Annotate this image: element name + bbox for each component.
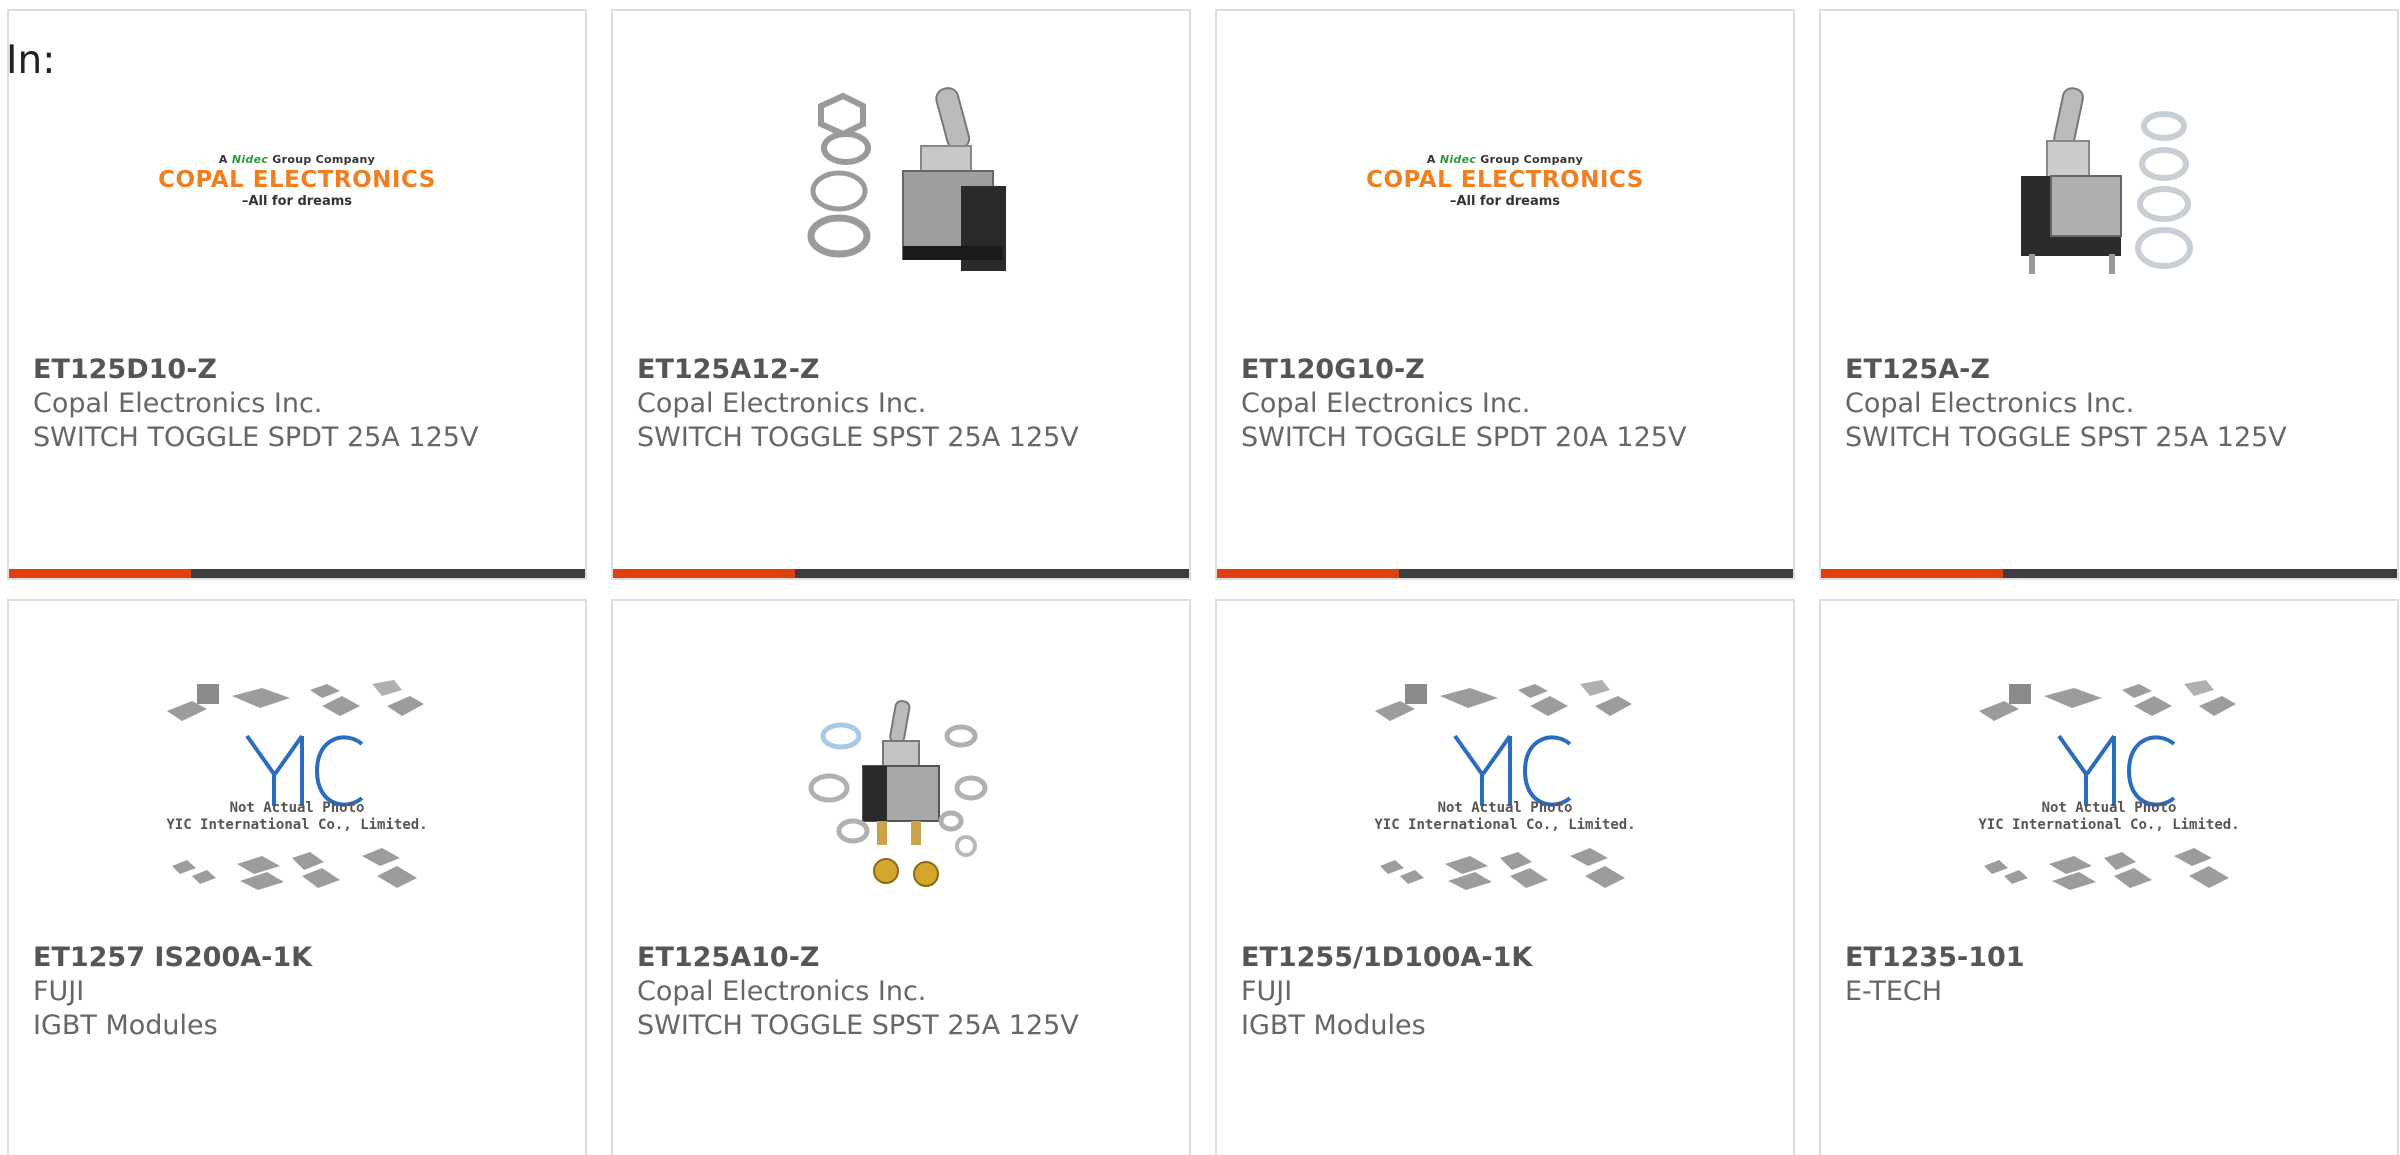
product-image[interactable]: Not Actual Photo YIC International Co., … — [1821, 676, 2397, 916]
product-card[interactable]: Not Actual Photo YIC International Co., … — [1215, 599, 1795, 1155]
description: IGBT Modules — [1241, 1010, 1426, 1041]
product-image[interactable] — [1821, 61, 2397, 301]
manufacturer: Copal Electronics Inc. — [33, 388, 323, 419]
product-image[interactable]: A Nidec Group Company COPAL ELECTRONICS … — [9, 61, 585, 301]
description: SWITCH TOGGLE SPST 25A 125V — [1845, 422, 2287, 453]
product-image[interactable]: Not Actual Photo YIC International Co., … — [1217, 676, 1793, 916]
product-card[interactable]: Not Actual Photo YIC International Co., … — [1819, 599, 2399, 1155]
product-card[interactable]: A Nidec Group Company COPAL ELECTRONICS … — [7, 9, 587, 580]
part-number-link[interactable]: ET125A-Z — [1845, 353, 2387, 387]
yic-logo-icon — [1979, 680, 2236, 890]
part-number-link[interactable]: ET125A10-Z — [637, 941, 1179, 975]
product-card[interactable]: ET125A12-Z Copal Electronics Inc. SWITCH… — [611, 9, 1191, 580]
product-image[interactable] — [613, 61, 1189, 301]
in-label: In: — [6, 38, 56, 83]
card-accent-bar — [1821, 569, 2397, 578]
product-card[interactable]: ET125A10-Z Copal Electronics Inc. SWITCH… — [611, 599, 1191, 1155]
description: SWITCH TOGGLE SPDT 20A 125V — [1241, 422, 1687, 453]
part-number-link[interactable]: ET125A12-Z — [637, 353, 1179, 387]
product-image[interactable]: A Nidec Group Company COPAL ELECTRONICS … — [1217, 61, 1793, 301]
part-number-link[interactable]: ET125D10-Z — [33, 353, 575, 387]
product-image[interactable] — [613, 676, 1189, 916]
manufacturer: Copal Electronics Inc. — [637, 976, 927, 1007]
toggle-switch-kit-photo-icon — [808, 700, 988, 887]
description: SWITCH TOGGLE SPST 25A 125V — [637, 1010, 1079, 1041]
description: IGBT Modules — [33, 1010, 218, 1041]
yic-placeholder-image: Not Actual Photo YIC International Co., … — [1370, 676, 1640, 916]
part-number-link[interactable]: ET120G10-Z — [1241, 353, 1783, 387]
card-accent-bar — [613, 569, 1189, 578]
manufacturer: Copal Electronics Inc. — [1241, 388, 1531, 419]
product-card[interactable]: A Nidec Group Company COPAL ELECTRONICS … — [1215, 9, 1795, 580]
part-number-link[interactable]: ET1255/1D100A-1K — [1241, 941, 1783, 975]
copal-electronics-logo: A Nidec Group Company COPAL ELECTRONICS … — [158, 153, 436, 209]
copal-electronics-logo: A Nidec Group Company COPAL ELECTRONICS … — [1366, 153, 1644, 209]
product-card[interactable]: ET125A-Z Copal Electronics Inc. SWITCH T… — [1819, 9, 2399, 580]
card-accent-bar — [9, 569, 585, 578]
yic-placeholder-image: Not Actual Photo YIC International Co., … — [1974, 676, 2244, 916]
toggle-switch-photo-icon — [807, 87, 1006, 271]
manufacturer: Copal Electronics Inc. — [1845, 388, 2135, 419]
product-image[interactable]: Not Actual Photo YIC International Co., … — [9, 676, 585, 916]
yic-logo-icon — [1375, 680, 1632, 890]
manufacturer: FUJI — [1241, 976, 1293, 1007]
part-number-link[interactable]: ET1257 IS200A-1K — [33, 941, 575, 975]
product-card[interactable]: Not Actual Photo YIC International Co., … — [7, 599, 587, 1155]
manufacturer: FUJI — [33, 976, 85, 1007]
product-grid: A Nidec Group Company COPAL ELECTRONICS … — [0, 0, 2400, 1155]
yic-logo-icon — [167, 680, 424, 890]
toggle-switch-photo-icon — [2021, 87, 2193, 274]
manufacturer: E-TECH — [1845, 976, 1943, 1007]
description: SWITCH TOGGLE SPDT 25A 125V — [33, 422, 479, 453]
description: SWITCH TOGGLE SPST 25A 125V — [637, 422, 1079, 453]
yic-placeholder-image: Not Actual Photo YIC International Co., … — [162, 676, 432, 916]
part-number-link[interactable]: ET1235-101 — [1845, 941, 2387, 975]
manufacturer: Copal Electronics Inc. — [637, 388, 927, 419]
card-accent-bar — [1217, 569, 1793, 578]
